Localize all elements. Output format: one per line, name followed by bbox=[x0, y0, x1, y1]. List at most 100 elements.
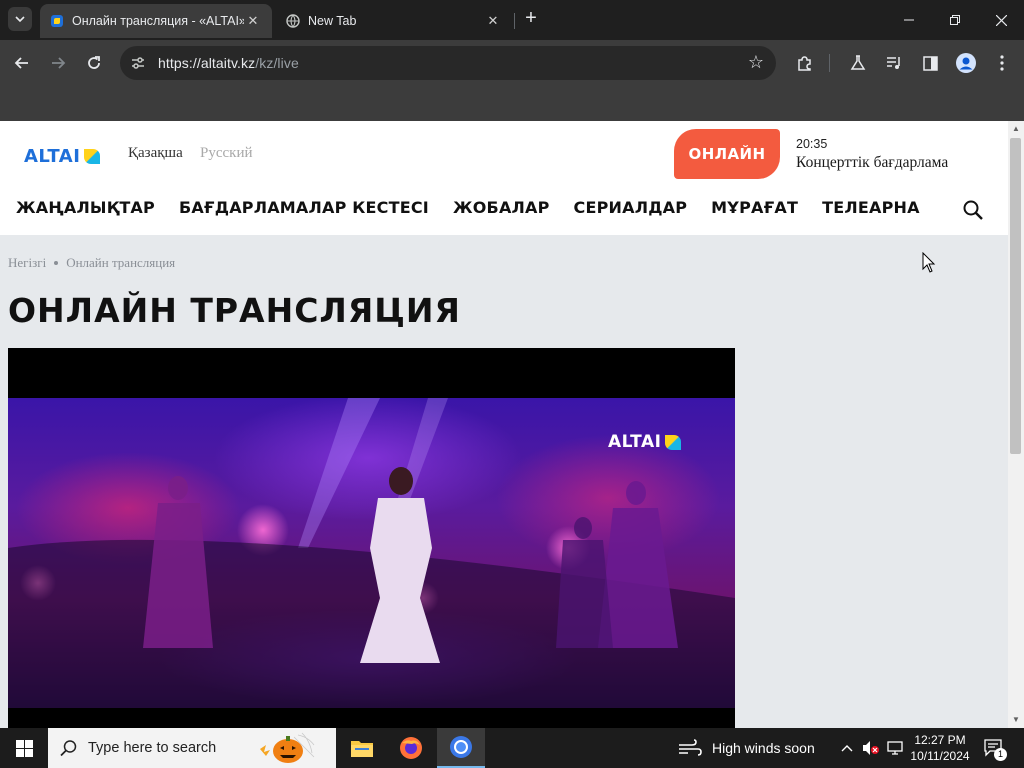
chevron-down-icon bbox=[15, 16, 25, 23]
dancer-left bbox=[143, 476, 213, 648]
side-panel-button[interactable] bbox=[917, 50, 943, 76]
browser-toolbar: https://altaitv.kz/kz/live ☆ bbox=[0, 40, 1024, 86]
breadcrumb-home-link[interactable]: Негізгі bbox=[8, 255, 46, 271]
playlist-icon bbox=[887, 57, 900, 69]
speaker-muted-icon bbox=[863, 741, 879, 755]
channel-watermark: ALTAI bbox=[608, 432, 682, 452]
weather-widget[interactable]: High winds soon bbox=[678, 728, 815, 768]
arrow-right-icon bbox=[52, 57, 66, 69]
close-icon bbox=[995, 14, 1007, 26]
online-button[interactable]: ОНЛАЙН bbox=[674, 129, 780, 179]
language-kazakh-link[interactable]: Қазақша bbox=[128, 145, 183, 162]
tab-separator bbox=[514, 13, 515, 29]
altai-favicon-icon bbox=[51, 15, 63, 27]
show-hidden-icons-button[interactable] bbox=[838, 728, 856, 768]
profile-button[interactable] bbox=[953, 50, 979, 76]
network-button[interactable] bbox=[884, 728, 906, 768]
site-logo[interactable]: ALTAI bbox=[24, 146, 101, 167]
volume-button[interactable] bbox=[860, 728, 882, 768]
url-host: https://altaitv.kz bbox=[158, 55, 256, 71]
media-controls-button[interactable] bbox=[881, 50, 907, 76]
close-tab-icon[interactable]: ✕ bbox=[244, 13, 262, 29]
network-icon bbox=[887, 741, 903, 755]
wind-icon bbox=[679, 739, 702, 756]
minimize-icon bbox=[904, 19, 914, 21]
site-header: ALTAI Қазақша Русский ОНЛАЙН 20:35 Конце… bbox=[0, 121, 1008, 235]
chevron-up-icon bbox=[841, 745, 853, 752]
extensions-button[interactable] bbox=[791, 50, 817, 76]
main-navigation: ЖАҢАЛЫҚТАР БАҒДАРЛАМАЛАР КЕСТЕСІ ЖОБАЛАР… bbox=[16, 198, 944, 222]
nav-item-projects[interactable]: ЖОБАЛАР bbox=[453, 198, 550, 222]
new-tab-button[interactable]: + bbox=[520, 8, 542, 30]
halloween-pumpkin-icon bbox=[260, 732, 315, 763]
scroll-up-arrow-icon[interactable]: ▲ bbox=[1008, 121, 1024, 137]
breadcrumb-separator bbox=[54, 261, 59, 265]
notification-badge: 1 bbox=[994, 748, 1007, 761]
nav-item-schedule[interactable]: БАҒДАРЛАМАЛАР КЕСТЕСІ bbox=[179, 198, 429, 222]
tab-title: Онлайн трансляция - «ALTAI» bbox=[72, 14, 244, 28]
puzzle-icon bbox=[797, 55, 811, 71]
search-placeholder: Type here to search bbox=[88, 740, 217, 756]
reload-icon bbox=[88, 56, 100, 69]
forward-button[interactable] bbox=[45, 50, 71, 76]
taskbar-chrome[interactable] bbox=[437, 728, 485, 768]
tab-altai[interactable]: Онлайн трансляция - «ALTAI» ✕ bbox=[40, 4, 272, 38]
back-button[interactable] bbox=[9, 50, 35, 76]
nav-item-channel[interactable]: ТЕЛЕАРНА bbox=[822, 198, 920, 222]
nav-item-series[interactable]: СЕРИАЛДАР bbox=[574, 198, 688, 222]
now-playing-title[interactable]: Концерттік бағдарлама bbox=[796, 154, 948, 172]
browser-tabstrip: Онлайн трансляция - «ALTAI» ✕ New Tab ✕ … bbox=[0, 0, 1024, 40]
taskbar-file-explorer[interactable] bbox=[338, 728, 386, 768]
url-text[interactable]: https://altaitv.kz/kz/live bbox=[158, 55, 299, 71]
globe-icon bbox=[286, 14, 300, 28]
restore-button[interactable] bbox=[932, 0, 978, 40]
video-player[interactable]: ALTAI bbox=[8, 348, 735, 728]
nav-item-news[interactable]: ЖАҢАЛЫҚТАР bbox=[16, 198, 155, 222]
menu-button[interactable] bbox=[989, 50, 1015, 76]
mouse-cursor-icon bbox=[922, 252, 936, 273]
scrollbar-thumb[interactable] bbox=[1010, 138, 1021, 454]
windows-logo-icon bbox=[15, 739, 33, 757]
close-window-button[interactable] bbox=[978, 0, 1024, 40]
chrome-icon bbox=[450, 736, 472, 758]
more-vert-icon bbox=[1000, 55, 1004, 71]
web-page: ALTAI Қазақша Русский ОНЛАЙН 20:35 Конце… bbox=[0, 121, 1008, 728]
url-path: /kz/live bbox=[255, 55, 299, 71]
tab-title: New Tab bbox=[308, 14, 357, 28]
page-title: ОНЛАЙН ТРАНСЛЯЦИЯ bbox=[8, 291, 461, 330]
language-russian-link[interactable]: Русский bbox=[200, 145, 253, 162]
bookmark-star-icon[interactable]: ☆ bbox=[748, 52, 764, 73]
close-tab-icon[interactable]: ✕ bbox=[484, 13, 502, 29]
taskbar-clock[interactable]: 12:27 PM 10/11/2024 bbox=[905, 732, 975, 764]
clock-time: 12:27 PM bbox=[914, 733, 966, 747]
breadcrumb-current: Онлайн трансляция bbox=[66, 255, 176, 270]
minimize-button[interactable] bbox=[886, 0, 932, 40]
labs-button[interactable] bbox=[845, 50, 871, 76]
logo-mark-icon bbox=[84, 149, 101, 164]
search-icon[interactable] bbox=[962, 199, 984, 221]
video-frame: ALTAI bbox=[8, 398, 735, 708]
search-icon bbox=[60, 740, 77, 757]
taskbar-search-box[interactable]: Type here to search bbox=[48, 728, 336, 768]
nav-item-archive[interactable]: МҰРАҒАТ bbox=[711, 198, 798, 222]
address-bar[interactable]: https://altaitv.kz/kz/live ☆ bbox=[120, 46, 776, 80]
windows-taskbar: Type here to search High winds soon 12:2… bbox=[0, 728, 1024, 768]
firefox-icon bbox=[400, 737, 422, 759]
taskbar-firefox[interactable] bbox=[387, 728, 435, 768]
avatar-icon bbox=[956, 53, 976, 73]
now-playing-time: 20:35 bbox=[796, 137, 828, 151]
reload-button[interactable] bbox=[81, 50, 107, 76]
weather-text: High winds soon bbox=[712, 740, 815, 756]
site-settings-icon[interactable] bbox=[130, 55, 146, 71]
notifications-button[interactable]: 1 bbox=[980, 728, 1008, 768]
side-panel-icon bbox=[922, 55, 938, 71]
restore-icon bbox=[950, 15, 960, 25]
flask-icon bbox=[850, 55, 866, 70]
start-button[interactable] bbox=[0, 728, 48, 768]
breadcrumb: Негізгі Онлайн трансляция bbox=[8, 255, 175, 271]
logo-text: ALTAI bbox=[24, 146, 81, 167]
tab-search-button[interactable] bbox=[8, 7, 32, 31]
scroll-down-arrow-icon[interactable]: ▼ bbox=[1008, 712, 1024, 728]
tab-new-tab[interactable]: New Tab ✕ bbox=[276, 4, 512, 38]
clock-date: 10/11/2024 bbox=[910, 749, 970, 763]
